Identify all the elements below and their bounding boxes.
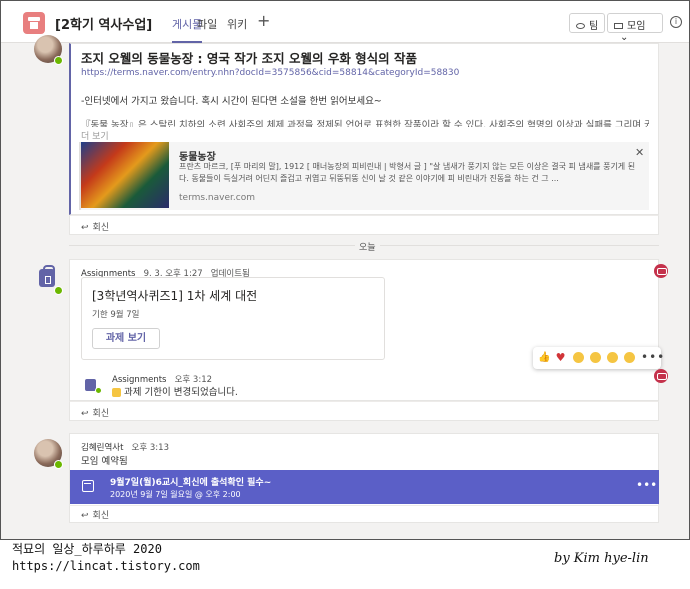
close-icon[interactable]: ✕ — [635, 146, 644, 159]
view-assignment-button[interactable]: 과제 보기 — [92, 328, 160, 349]
smile-icon[interactable]: 🙂 — [624, 352, 635, 363]
post-author: 김혜린역사t — [81, 443, 124, 453]
reply-button[interactable]: ↩ 회신 — [81, 406, 109, 419]
reply-button[interactable]: ↩ 회신 — [81, 220, 109, 233]
blog-url: https://lincat.tistory.com — [12, 559, 200, 573]
reply-arrow-icon: ↩ — [81, 223, 89, 233]
post-link[interactable]: https://terms.naver.com/entry.nhn?docId=… — [81, 68, 459, 78]
reply-arrow-icon: ↩ — [81, 409, 89, 419]
tab-wiki[interactable]: 위키 — [227, 16, 247, 32]
meeting-title: 9월7일(월)6교시_회신에 출석확인 필수~ — [110, 478, 272, 488]
sub-post-text: 과제 기한이 변경되었습니다. — [112, 384, 238, 398]
info-icon[interactable]: i — [670, 16, 682, 28]
assignment-title: [3학년역사퀴즈1] 1차 세계 대전 — [92, 289, 258, 303]
post-text-line: 『동물 농장』은 스탈린 치하의 소련 사회주의 체제 과정을 정제된 언어로 … — [81, 120, 649, 127]
presence-indicator — [54, 460, 63, 469]
presence-indicator — [54, 56, 63, 65]
reply-arrow-icon: ↩ — [81, 511, 89, 521]
reply-button[interactable]: ↩ 회신 — [81, 508, 109, 521]
date-divider-label: 오늘 — [355, 240, 380, 253]
team-avatar-icon — [23, 12, 45, 34]
meeting-time: 2020년 9월 7일 월요일 @ 오후 2:00 — [110, 490, 241, 499]
meeting-card[interactable]: 9월7일(월)6교시_회신에 출석확인 필수~ 2020년 9월 7일 월요일 … — [70, 470, 659, 504]
blog-title: 적묘의 일상_하루하루 2020 — [12, 542, 162, 556]
video-camera-icon — [614, 23, 623, 29]
heart-icon[interactable]: ♥ — [555, 352, 566, 363]
meet-button[interactable]: 모임 ⌄ — [607, 13, 663, 43]
chevron-down-icon[interactable]: ⌄ — [620, 32, 628, 43]
team-org-icon[interactable] — [654, 264, 668, 278]
preview-description: 프란츠 마르크, [푸 마리의 말], 1912 [ 매너농장의 피비린내 | … — [179, 162, 636, 183]
presence-indicator — [95, 387, 102, 394]
reply-bar — [69, 401, 659, 421]
thumbs-up-icon[interactable]: 👍 — [538, 352, 550, 363]
presence-indicator — [54, 286, 63, 295]
laugh-icon[interactable]: 😊 — [573, 352, 584, 363]
tab-files[interactable]: 파일 — [197, 16, 217, 32]
eye-icon — [576, 23, 585, 29]
add-tab-button[interactable]: + — [257, 11, 270, 30]
blog-watermark: 적묘의 일상_하루하루 2020 https://lincat.tistory.… — [12, 541, 200, 575]
see-more-link[interactable]: 더 보기 — [81, 129, 109, 142]
preview-image — [81, 142, 169, 208]
assignment-card[interactable]: [3학년역사퀴즈1] 1차 세계 대전 기한 9월 7일 과제 보기 — [81, 277, 385, 360]
post-text-line: -인터넷에서 가지고 왔습니다. 혹시 시간이 된다면 소설을 한번 읽어보세요… — [81, 96, 382, 107]
assignments-bag-icon — [39, 265, 55, 287]
more-options-icon[interactable]: ••• — [641, 350, 665, 364]
post-meta: 김혜린역사t 오후 3:13 — [81, 441, 169, 453]
reaction-bar: 👍 ♥ 😊 😮 😢 🙂 ••• — [533, 347, 664, 369]
preview-site: terms.naver.com — [179, 193, 255, 203]
reply-bar — [69, 505, 659, 523]
more-options-icon[interactable]: ••• — [636, 478, 657, 492]
calendar-icon — [82, 480, 94, 492]
hand-icon — [112, 388, 121, 397]
team-button[interactable]: 팀 — [569, 13, 606, 33]
team-org-icon[interactable] — [654, 369, 668, 383]
team-name: [2학기 역사수업] — [55, 18, 153, 33]
sad-icon[interactable]: 😢 — [607, 352, 618, 363]
post-time: 오후 3:13 — [131, 443, 169, 453]
post-text: 모임 예약됨 — [81, 456, 128, 467]
post-title: 조지 오웰의 동물농장 : 영국 작가 조지 오웰의 우화 형식의 작품 — [81, 51, 418, 66]
channel-header: [2학기 역사수업] 게시물 파일 위키 + 팀 모임 ⌄ i — [1, 1, 689, 43]
surprised-icon[interactable]: 😮 — [590, 352, 601, 363]
link-preview-card[interactable]: 동물농장 프란츠 마르크, [푸 마리의 말], 1912 [ 매너농장의 피비… — [79, 142, 649, 210]
author-signature: by Kim hye-lin — [554, 551, 649, 566]
reply-bar — [69, 215, 659, 235]
assignment-due: 기한 9월 7일 — [92, 310, 140, 320]
teams-window: [2학기 역사수업] 게시물 파일 위키 + 팀 모임 ⌄ i 조지 오웰의 동… — [0, 0, 690, 540]
